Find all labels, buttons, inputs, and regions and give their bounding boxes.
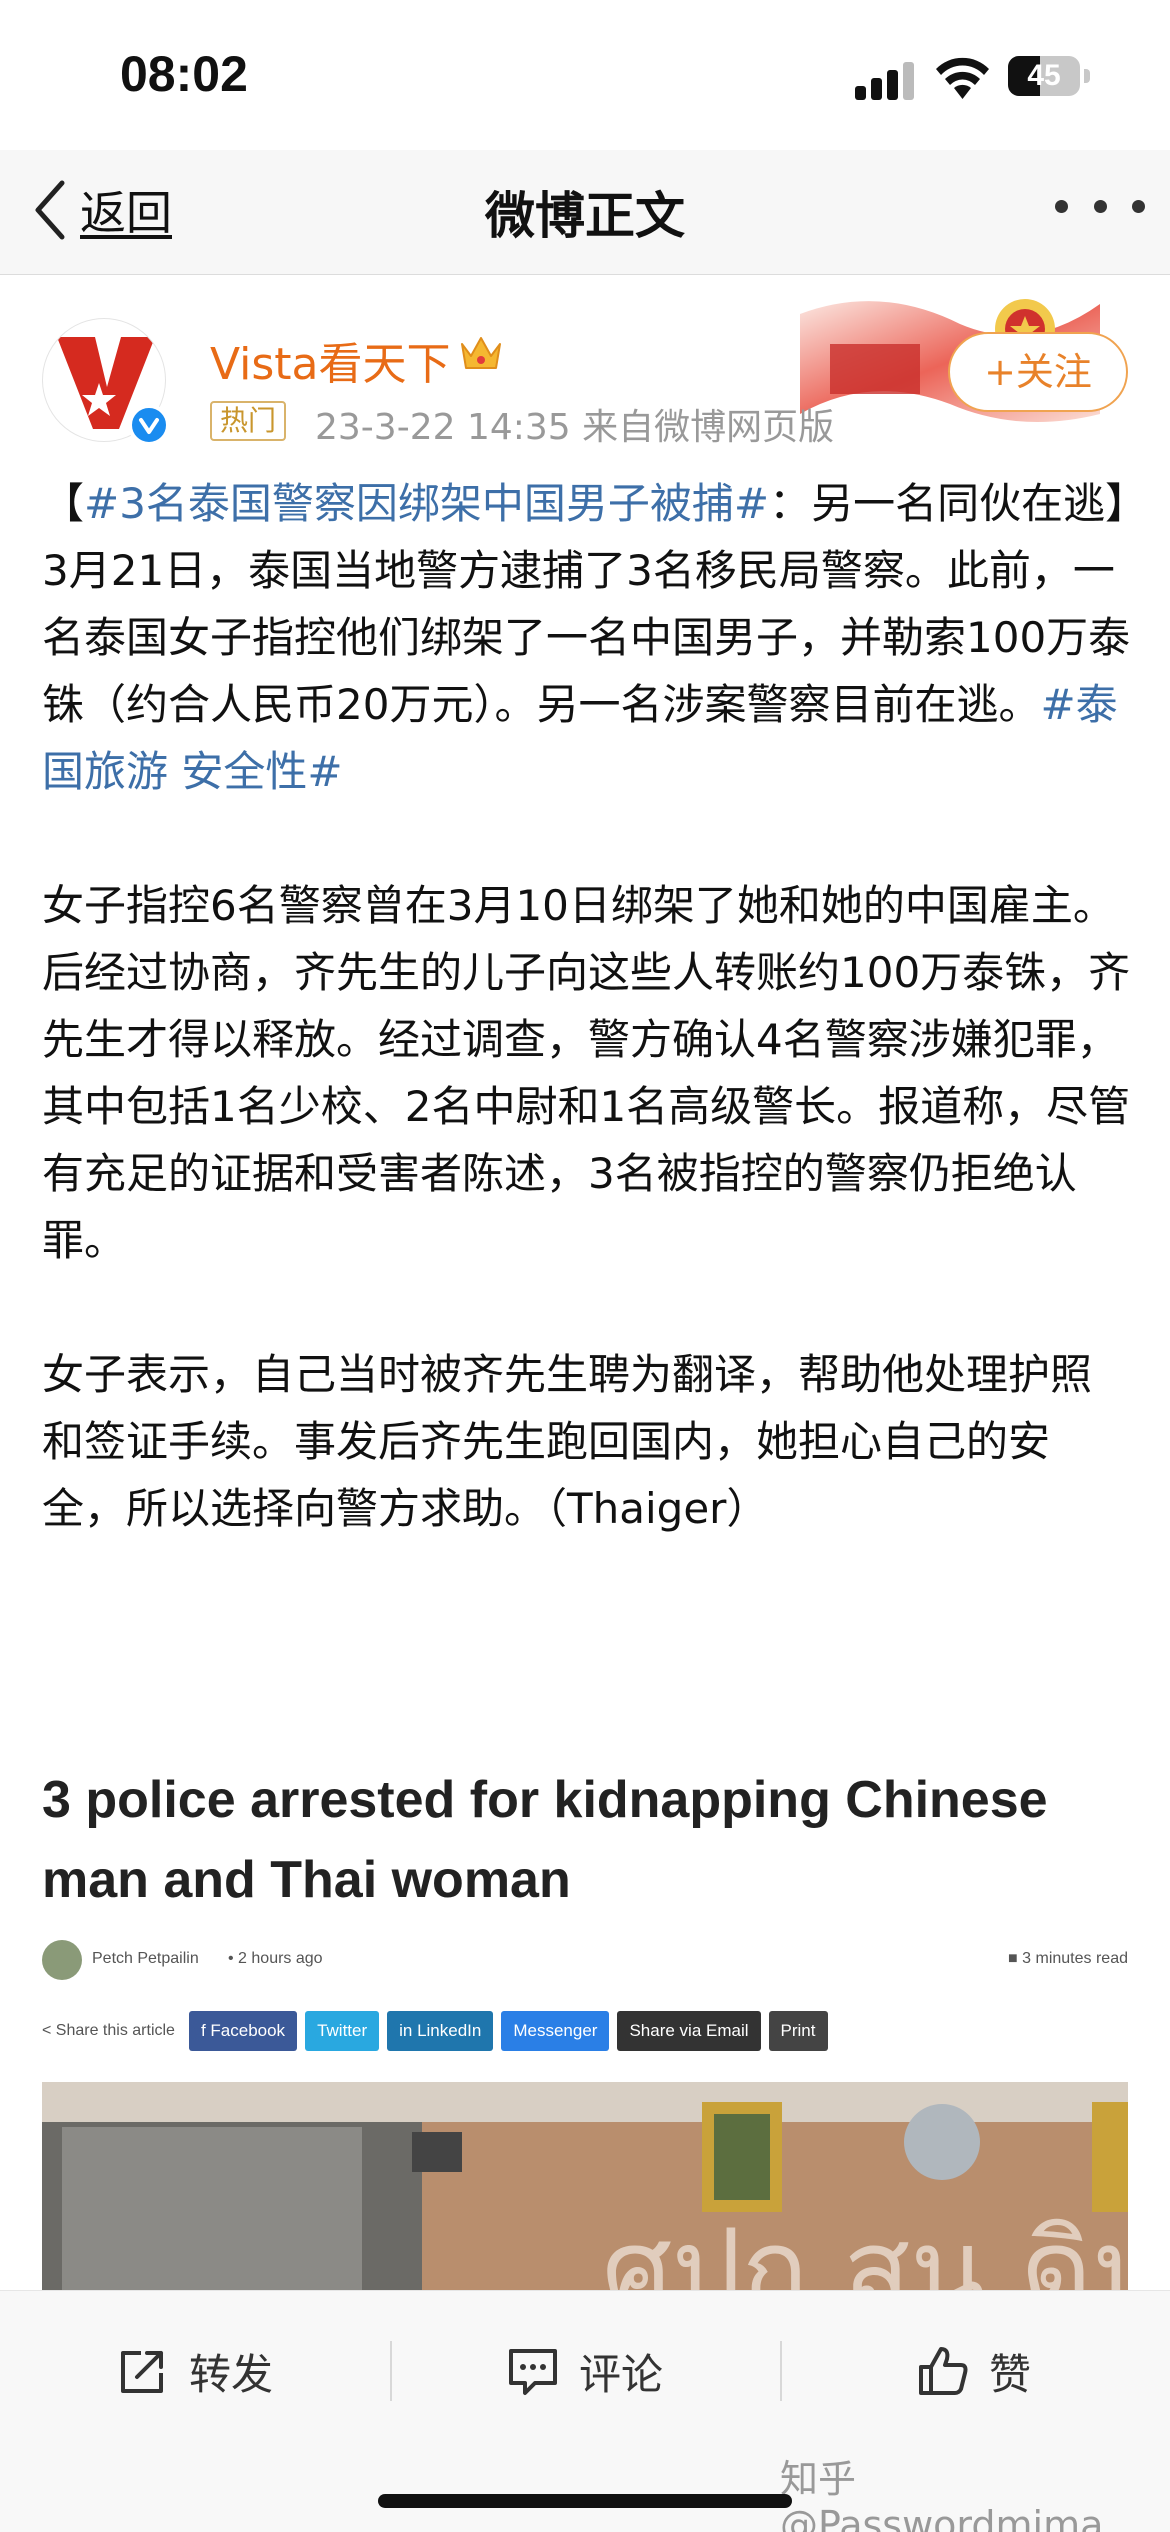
cellular-signal-icon: [855, 60, 915, 100]
post-header: Vista看天下 热门 23-3-22 14:35 来自微博网页版 +关注: [0, 276, 1170, 448]
page-title: 微博正文: [485, 187, 685, 245]
share-button[interactable]: Share via Email: [617, 2011, 761, 2051]
more-options-icon[interactable]: [1055, 200, 1145, 220]
divider: [780, 2341, 782, 2401]
post-paragraph: 【#3名泰国警察因绑架中国男子被捕#：另一名同伙在逃】3月21日，泰国当地警方逮…: [42, 470, 1132, 805]
watermark: 知乎 @Passwordmima: [780, 2457, 1104, 2532]
battery-nub: [1084, 69, 1090, 83]
home-indicator: [378, 2494, 792, 2508]
share-button[interactable]: Messenger: [501, 2011, 610, 2051]
post-text: 【: [42, 479, 85, 528]
follow-button[interactable]: +关注: [948, 332, 1128, 412]
post-body: 【#3名泰国警察因绑架中国男子被捕#：另一名同伙在逃】3月21日，泰国当地警方逮…: [42, 470, 1132, 1542]
status-time: 08:02: [120, 46, 248, 102]
hot-badge: 热门: [210, 401, 287, 441]
embedded-article: 3 police arrested for kidnapping Chinese…: [42, 1760, 1128, 2322]
topic-link[interactable]: #3名泰国警察因绑架中国男子被捕#: [84, 479, 769, 528]
share-button[interactable]: Print: [768, 2011, 828, 2051]
repost-label: 转发: [189, 2349, 274, 2399]
article-author: Petch Petpailin: [92, 1950, 199, 1967]
share-button[interactable]: Twitter: [305, 2011, 380, 2051]
share-label: < Share this article: [42, 2022, 175, 2039]
post-meta: 23-3-22 14:35 来自微博网页版: [315, 407, 835, 448]
article-photo: ศปก.สน.ดิน: [42, 2082, 1128, 2322]
user-name[interactable]: Vista看天下: [210, 328, 451, 392]
battery-percent: 45: [1027, 59, 1061, 92]
like-button[interactable]: 赞: [915, 2331, 1031, 2411]
article-byline: Petch Petpailin • 2 hours ago ■ 3 minute…: [42, 1940, 1128, 1982]
comment-icon: [509, 2349, 557, 2395]
repost-icon: [121, 2351, 163, 2393]
divider: [390, 2341, 392, 2401]
nav-bar: 返回 微博正文: [0, 150, 1170, 275]
wifi-icon: [936, 57, 989, 99]
photo-illustration: ศปก.สน.ดิน: [42, 2082, 1128, 2322]
article-title: 3 police arrested for kidnapping Chinese…: [42, 1771, 1048, 1909]
battery-icon: 45: [1008, 56, 1080, 96]
share-row: < Share this article f Facebook Twitter in…: [42, 2010, 1128, 2052]
share-button[interactable]: in LinkedIn: [387, 2011, 494, 2051]
author-avatar: [42, 1940, 82, 1980]
post-paragraph: 女子指控6名警察曾在3月10日绑架了她和她的中国雇主。后经过协商，齐先生的儿子向…: [42, 872, 1132, 1274]
article-read-time: ■ 3 minutes read: [1008, 1950, 1128, 1967]
comment-label: 评论: [579, 2349, 664, 2399]
article-time: • 2 hours ago: [228, 1950, 323, 1967]
post-text: 女子表示，自己当时被齐先生聘为翻译，帮助他处理护照和签证手续。事发后齐先生跑回国…: [42, 1350, 1093, 1533]
post-paragraph: 女子表示，自己当时被齐先生聘为翻译，帮助他处理护照和签证手续。事发后齐先生跑回国…: [42, 1341, 1132, 1542]
post-text: 女子指控6名警察曾在3月10日绑架了她和她的中国雇主。后经过协商，齐先生的儿子向…: [42, 881, 1131, 1265]
repost-button[interactable]: 转发: [115, 2331, 273, 2411]
comment-button[interactable]: 评论: [505, 2331, 663, 2411]
share-button[interactable]: f Facebook: [188, 2011, 298, 2051]
crown-icon: [461, 337, 501, 369]
status-bar: 08:02 45: [0, 0, 1170, 150]
like-label: 赞: [989, 2349, 1032, 2399]
verified-badge-icon: [128, 404, 170, 446]
thumbs-up-icon: [919, 2347, 968, 2395]
